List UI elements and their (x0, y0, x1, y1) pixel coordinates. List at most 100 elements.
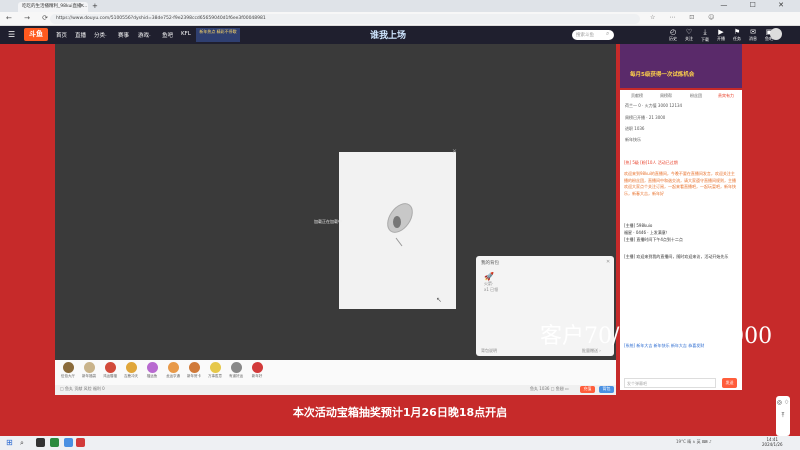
nav-home[interactable]: 首页 (56, 31, 67, 39)
windows-start-icon[interactable]: ⊞ (6, 438, 13, 447)
gift-icon (104, 362, 116, 373)
gift-label: 新年贺卡 (187, 374, 201, 378)
gift-icon (167, 362, 179, 373)
top-icon-label: 消息 (749, 36, 757, 41)
clock-date: 2024/1/26 (762, 442, 783, 447)
tab-bar (0, 0, 800, 12)
gift-item[interactable]: 龙运亨通 (163, 362, 183, 379)
close-icon[interactable]: ✕ (452, 148, 457, 155)
gift-item[interactable]: 万事胜意 (205, 362, 225, 379)
backpack-button[interactable]: 背包 (599, 386, 614, 393)
gift-item[interactable]: 新年福袋 (79, 362, 99, 379)
url-field[interactable]: https://www.douyu.com/5100556?dyshid=38d… (50, 14, 640, 24)
mouse-cursor-icon: ↖ (436, 296, 442, 304)
menu-icon[interactable]: ☰ (8, 30, 15, 39)
backpack-info-link[interactable]: 背包说明 (481, 348, 497, 354)
edge-icon[interactable] (50, 438, 59, 447)
gift-label: 有道好运 (229, 374, 243, 378)
avatar[interactable] (770, 28, 782, 40)
backpack-close-icon[interactable]: ✕ (606, 259, 610, 265)
rocket-icon: 🚀 (484, 272, 494, 281)
browser-toolbar-icons[interactable]: ☆ ⋯ ⊡ ☺ (650, 14, 720, 21)
tab-weekly[interactable]: 周榜帮 (660, 93, 672, 99)
gift-icon (83, 362, 95, 373)
top-icon-label: 关注 (685, 36, 693, 41)
event-notice: 本次活动宝箱抽奖预计1月26日晚18点开启 (292, 406, 508, 419)
gift-item[interactable]: 福运鱼 (142, 362, 162, 379)
gift-label: 万事胜意 (208, 374, 222, 378)
chat-message: 欢迎来到98kui的直播间，今晚不要在直播间发言，欢迎关注主播的粉丝团，直播间中… (624, 171, 736, 196)
gift-footer-right: 鱼丸 1036 □ 鱼翅 ▭ (530, 386, 569, 391)
recharge-button[interactable]: 充值 (580, 386, 595, 393)
gift-label: 龙运亨通 (166, 374, 180, 378)
taskbar-search-icon[interactable]: ⌕ (20, 439, 24, 448)
top-icon-label: 任务 (733, 36, 741, 41)
rank-row: 荷兰一 0 · 火力值 3000 12134 (625, 103, 683, 108)
gift-icon (209, 362, 221, 373)
top-icon-label: 开播 (717, 36, 725, 41)
backpack-title: 我的背包 (481, 261, 499, 266)
chat-message: 福星 · 0446 · 上发满意！ (624, 230, 670, 235)
task-view-icon[interactable] (36, 438, 45, 447)
close-tab-icon[interactable]: × (80, 3, 84, 9)
chrome-icon[interactable] (64, 438, 73, 447)
gift-item[interactable]: 鸿运赠福 (100, 362, 120, 379)
chat-message: [主播] 欢迎来到我的直播间，随时欢迎来访，活动开始先乐 (624, 254, 729, 259)
nav-yuba[interactable]: 鱼吧 (162, 31, 173, 39)
nav-live[interactable]: 直播 (75, 31, 86, 39)
gift-label: 福运鱼 (146, 374, 158, 378)
loading-label: 加载正在加载中 (314, 219, 342, 224)
browser-tab[interactable]: 吃吃的生活播精利_98kui直播 ... (18, 2, 88, 12)
nav-games[interactable]: 游戏· (138, 31, 151, 39)
tab-vip[interactable]: 贵宾有力 (718, 93, 734, 99)
gift-icon (62, 362, 74, 373)
promo-badge[interactable]: 新年热点 精彩不停歇 (196, 28, 240, 42)
search-icon[interactable]: ⌕ (606, 30, 609, 38)
chat-message: [热] 5级 [粉]10人 活动已过期 (624, 160, 678, 165)
clock[interactable]: 14:41 2024/1/26 (762, 437, 783, 447)
banner-title: 谁我上场 (370, 31, 407, 41)
gift-item[interactable]: 新年好 (247, 362, 267, 379)
side-float-buttons[interactable]: ◎ ♢ ⤒ (776, 396, 790, 436)
gift-icon (230, 362, 242, 373)
rank-row: 新年快乐 (625, 137, 641, 142)
gift-icon (146, 362, 158, 373)
nav-kfl[interactable]: KFL (181, 31, 191, 37)
chat-send-button[interactable]: 发送 (722, 378, 737, 388)
tab-contribution[interactable]: 贡献榜 (631, 93, 643, 99)
airship-icon (387, 203, 413, 247)
gift-label: 新年好 (251, 374, 263, 378)
gift-icon (125, 362, 137, 373)
gift-icon (188, 362, 200, 373)
watermark-text: 客户70/H：Kooo3000 (540, 324, 773, 349)
gift-label: 新年福袋 (82, 374, 96, 378)
chat-message: [主播] 直播时间下午4点到十二点 (624, 237, 683, 242)
ad-text: 每月5级获得一次试炼机会 (630, 72, 695, 78)
gift-icon (251, 362, 263, 373)
window-controls[interactable]: — ☐ ✕ (720, 1, 794, 9)
gift-item[interactable]: 有道好运 (226, 362, 246, 379)
site-logo[interactable]: 斗鱼 (24, 28, 48, 41)
top-icon-label: 历史 (669, 36, 677, 41)
rank-row: 周榜已开播 · 21 3000 (625, 115, 666, 120)
gift-label: 伍佰大厅 (61, 374, 75, 378)
gift-item[interactable]: 吉鹿冲天 (121, 362, 141, 379)
chat-input[interactable]: 发个弹幕吧 (624, 378, 716, 388)
nav-events[interactable]: 赛事 (118, 31, 129, 39)
backpack-item-sub: x1 已领 (484, 287, 499, 292)
top-icon-label: 下载 (701, 37, 709, 42)
gift-label: 吉鹿冲天 (124, 374, 138, 378)
douyu-app-icon[interactable] (76, 438, 85, 447)
gift-label: 鸿运赠福 (103, 374, 117, 378)
chat-message: [主播] 598kuio (624, 223, 653, 228)
gift-item[interactable]: 伍佰大厅 (58, 362, 78, 379)
ad-banner[interactable] (620, 44, 742, 88)
nav-category[interactable]: 分类· (94, 31, 107, 39)
new-tab-button[interactable]: + (92, 2, 98, 10)
backpack-item[interactable]: 🚀 火箭· x1 已领 (484, 272, 498, 293)
system-tray[interactable]: 19°C 晴 ∧ 英 ⌨ ♪ (676, 439, 712, 445)
gift-item[interactable]: 新年贺卡 (184, 362, 204, 379)
gift-footer-left: □ 鱼丸 贡献 风险 福利 0 (60, 386, 105, 391)
rank-row: 进职 1036 (625, 126, 645, 131)
tab-fans[interactable]: 粉丝团 (690, 93, 702, 99)
